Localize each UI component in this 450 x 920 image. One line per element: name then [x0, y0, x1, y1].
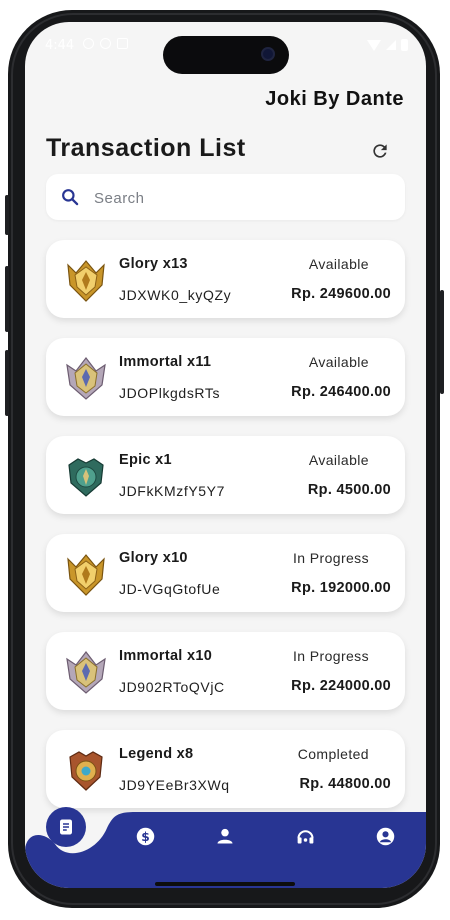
transaction-price: Rp. 4500.00: [307, 482, 391, 498]
person-icon: [217, 828, 233, 844]
transactions-icon: [60, 819, 72, 835]
transaction-price: Rp. 44800.00: [299, 776, 391, 792]
transaction-name: Immortal x10: [119, 648, 213, 664]
page-title: Transaction List: [46, 134, 246, 162]
glory-rank-icon: [67, 260, 105, 302]
power-button: [440, 290, 444, 394]
transaction-price: Rp. 224000.00: [291, 678, 391, 694]
transaction-card[interactable]: Legend x8 JD9YEeBr3XWq Completed Rp. 448…: [46, 730, 405, 808]
volume-down-button: [5, 350, 9, 416]
transaction-card[interactable]: Immortal x10 JD902RToQVjC In Progress Rp…: [46, 632, 405, 710]
transaction-price: Rp. 249600.00: [291, 286, 391, 302]
transaction-code: JDOPlkgdsRTs: [119, 385, 221, 401]
transaction-status: In Progress: [293, 550, 369, 566]
refresh-icon: [373, 144, 387, 158]
notification-icons: [83, 38, 128, 49]
home-indicator[interactable]: [155, 882, 295, 886]
action-button: [5, 195, 9, 235]
transaction-name: Legend x8: [119, 746, 194, 762]
transaction-code: JD902RToQVjC: [119, 679, 225, 695]
refresh-button[interactable]: [368, 139, 392, 163]
volume-up-button: [5, 266, 9, 332]
transaction-card[interactable]: Immortal x11 JDOPlkgdsRTs Available Rp. …: [46, 338, 405, 416]
transaction-code: JD9YEeBr3XWq: [119, 777, 230, 793]
transaction-list: Glory x13 JDXWK0_kyQZy Available Rp. 249…: [46, 240, 405, 828]
notification-icon: [100, 38, 111, 49]
notification-icon: [117, 38, 128, 49]
profile-icon: [376, 827, 394, 845]
wifi-icon: [367, 39, 381, 51]
app-title: Joki By Dante: [265, 88, 404, 110]
legend-rank-icon: [69, 751, 103, 791]
transaction-name: Immortal x11: [119, 354, 212, 370]
signal-icon: [386, 40, 396, 50]
transaction-status: Available: [308, 452, 369, 468]
support-nav-button[interactable]: [294, 825, 316, 847]
transaction-name: Epic x1: [119, 452, 172, 468]
dollar-icon: $: [136, 827, 154, 845]
transaction-code: JDFkKMzfY5Y7: [119, 483, 225, 499]
notification-icon: [83, 38, 94, 49]
immortal-rank-icon: [66, 357, 106, 400]
payments-nav-button[interactable]: $: [134, 825, 156, 847]
transaction-status: Completed: [297, 746, 369, 762]
immortal-rank-icon: [66, 651, 106, 694]
transaction-code: JDXWK0_kyQZy: [119, 287, 232, 303]
headset-icon: [296, 829, 314, 843]
app-screen: 4:44 Joki By Dante Transaction List Sear…: [25, 22, 426, 888]
transaction-status: Available: [308, 354, 369, 370]
transaction-card[interactable]: Glory x13 JDXWK0_kyQZy Available Rp. 249…: [46, 240, 405, 318]
transactions-nav-button[interactable]: [46, 807, 86, 847]
transaction-name: Glory x13: [119, 256, 188, 272]
status-right: [367, 39, 408, 51]
epic-rank-icon: [68, 458, 104, 497]
profile-nav-button[interactable]: [374, 825, 396, 847]
front-camera: [261, 47, 275, 61]
transaction-status: Available: [308, 256, 369, 272]
bottom-navigation: [25, 808, 426, 888]
transaction-code: JD-VGqGtofUe: [119, 581, 221, 597]
search-input[interactable]: [92, 174, 396, 222]
status-time: 4:44: [45, 38, 75, 53]
transaction-card[interactable]: Epic x1 JDFkKMzfY5Y7 Available Rp. 4500.…: [46, 436, 405, 514]
glory-rank-icon: [67, 554, 105, 596]
search-icon: [62, 189, 79, 206]
transaction-price: Rp. 192000.00: [291, 580, 391, 596]
dynamic-island: [163, 36, 289, 74]
transaction-status: In Progress: [293, 648, 369, 664]
search-bar: [46, 174, 405, 222]
nav-background: [25, 812, 426, 888]
battery-icon: [401, 39, 408, 51]
transaction-price: Rp. 246400.00: [291, 384, 391, 400]
transaction-name: Glory x10: [119, 550, 188, 566]
svg-text:$: $: [141, 829, 150, 843]
users-nav-button[interactable]: [214, 825, 236, 847]
transaction-card[interactable]: Glory x10 JD-VGqGtofUe In Progress Rp. 1…: [46, 534, 405, 612]
